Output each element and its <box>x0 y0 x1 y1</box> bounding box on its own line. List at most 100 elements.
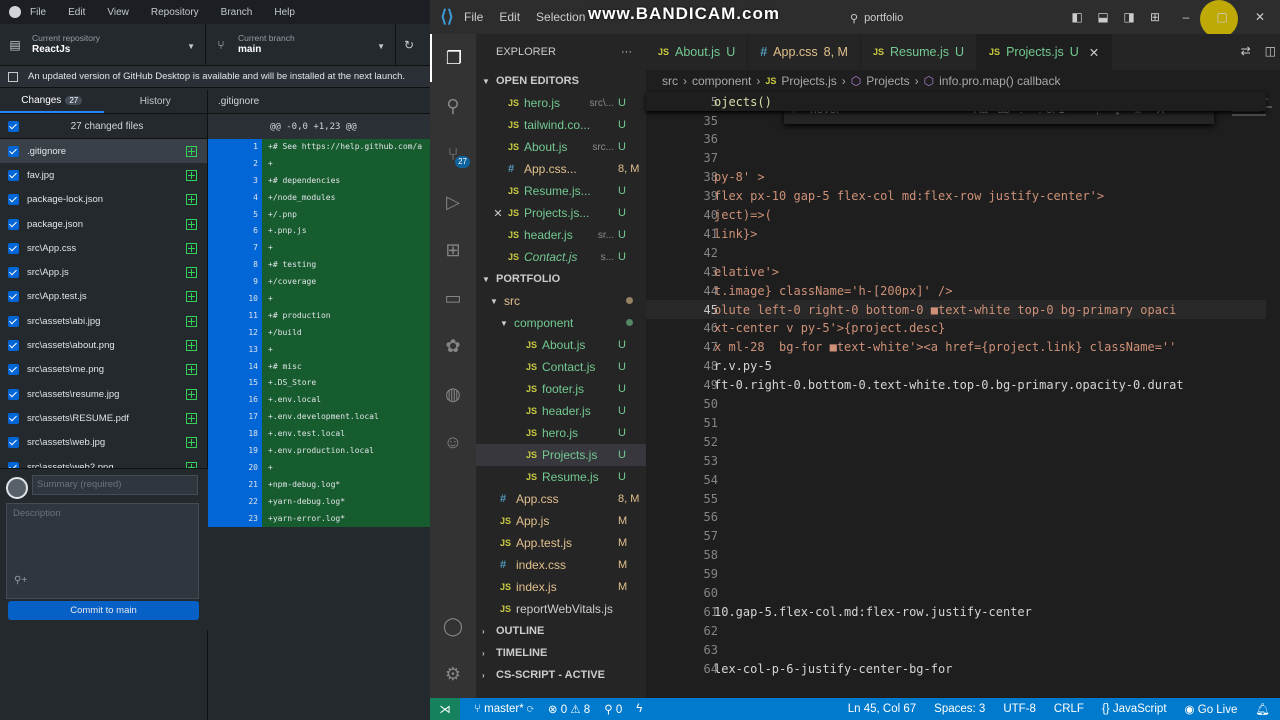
file-checkbox[interactable] <box>8 267 19 279</box>
changed-file-row[interactable]: src\assets\me.png <box>0 358 207 382</box>
toggle-sidebar-icon[interactable]: ◧ <box>1064 10 1090 24</box>
code-line[interactable]: 62 <box>646 621 1266 640</box>
cs-script-section[interactable]: › CS-SCRIPT - ACTIVE <box>476 664 646 686</box>
code-editor[interactable]: 5 ojects() 35 36 37 38 py-8' >39 flex px-10 g… <box>646 92 1266 698</box>
source-control-icon[interactable]: ⑂ 27 <box>430 130 476 178</box>
breadcrumb-item[interactable]: Projects <box>866 74 909 88</box>
open-editor-item[interactable]: JS Resume.js... U <box>476 180 646 202</box>
changed-file-row[interactable]: src\App.test.js <box>0 285 207 309</box>
file-checkbox[interactable] <box>8 291 19 303</box>
code-line[interactable]: 41 link}> <box>646 224 1266 243</box>
gh-menu-edit[interactable]: Edit <box>68 7 85 18</box>
changed-file-row[interactable]: src\assets\resume.jpg <box>0 382 207 406</box>
changed-file-row[interactable]: src\assets\abi.jpg <box>0 309 207 333</box>
changed-file-row[interactable]: package.json <box>0 212 207 236</box>
changed-file-row[interactable]: .gitignore <box>0 139 207 164</box>
component-file-item[interactable]: JS footer.js U <box>476 378 646 400</box>
timeline-section[interactable]: › TIMELINE <box>476 642 646 664</box>
file-checkbox[interactable] <box>8 437 19 449</box>
portfolio-section[interactable]: ▼ PORTFOLIO <box>476 268 646 290</box>
file-checkbox[interactable] <box>8 194 19 206</box>
vs-menu-selection[interactable]: Selection <box>536 10 585 24</box>
minimap[interactable] <box>1224 92 1280 698</box>
editor-tab[interactable]: JS Projects.js U ✕ <box>977 34 1113 70</box>
editor-tab[interactable]: # App.css 8, M <box>748 34 861 70</box>
src-file-item[interactable]: # App.css 8, M <box>476 488 646 510</box>
current-repository-dropdown[interactable]: ▤ Current repository ReactJs ▼ <box>0 24 206 65</box>
close-tab-icon[interactable]: ✕ <box>1089 45 1099 60</box>
encoding[interactable]: UTF-8 <box>1003 703 1036 715</box>
code-line[interactable]: 47 x ml-28 bg-for ■text-white'><a href={p… <box>646 338 1266 357</box>
src-file-item[interactable]: JS reportWebVitals.js <box>476 598 646 620</box>
run-debug-icon[interactable]: ▷ <box>430 178 476 226</box>
sticky-scroll-line[interactable]: 5 ojects() <box>646 92 1266 111</box>
code-line[interactable]: 40 ject)=>( <box>646 206 1266 225</box>
component-file-item[interactable]: JS About.js U <box>476 334 646 356</box>
close-icon[interactable]: ✕ <box>488 207 508 220</box>
component-file-item[interactable]: JS Contact.js U <box>476 356 646 378</box>
code-line[interactable]: 38 py-8' > <box>646 168 1266 187</box>
breadcrumb-item[interactable]: info.pro.map() callback <box>939 74 1060 88</box>
remote-indicator-icon[interactable]: ⋊ <box>430 698 460 720</box>
remote-explorer-icon[interactable]: ▭ <box>430 274 476 322</box>
breadcrumb-item[interactable]: Projects.js <box>781 74 836 88</box>
code-line[interactable]: 43 elative'> <box>646 262 1266 281</box>
tab-changes[interactable]: Changes 27 <box>0 90 104 113</box>
component-file-item[interactable]: JS Projects.js U <box>476 444 646 466</box>
code-line[interactable]: 46 xt-center v py-5'>{project.desc} <box>646 319 1266 338</box>
src-file-item[interactable]: JS App.js M <box>476 510 646 532</box>
editor-tab[interactable]: JS Resume.js U <box>861 34 978 70</box>
code-line[interactable]: 58 <box>646 546 1266 565</box>
file-checkbox[interactable] <box>8 388 19 400</box>
changed-file-row[interactable]: src\assets\web.jpg <box>0 431 207 455</box>
figma-icon[interactable]: ◍ <box>430 370 476 418</box>
tab-history[interactable]: History <box>104 90 208 113</box>
summary-input[interactable]: Summary (required) <box>32 475 198 495</box>
sync-icon[interactable]: ϟ <box>636 703 642 715</box>
open-editor-item[interactable]: JS hero.js src\... U <box>476 92 646 114</box>
code-line[interactable]: 56 <box>646 508 1266 527</box>
code-line[interactable]: 57 <box>646 527 1266 546</box>
src-file-item[interactable]: JS index.js M <box>476 576 646 598</box>
add-coauthor-icon[interactable]: ⚲+ <box>14 575 27 586</box>
select-all-row[interactable]: 27 changed files <box>0 114 207 139</box>
copilot-icon[interactable]: ✿ <box>430 322 476 370</box>
file-checkbox[interactable] <box>8 315 19 327</box>
file-checkbox[interactable] <box>8 340 19 352</box>
problems-status[interactable]: ⊗ 0 ⚠ 8 <box>548 702 590 716</box>
cursor-position[interactable]: Ln 45, Col 67 <box>848 703 916 715</box>
code-line[interactable]: 50 <box>646 395 1266 414</box>
description-input[interactable]: Description <box>6 503 199 599</box>
folder-component[interactable]: ▼ component <box>476 312 646 334</box>
code-line[interactable]: 54 <box>646 470 1266 489</box>
open-editor-item[interactable]: JS Contact.js s... U <box>476 246 646 268</box>
changed-file-row[interactable]: src\App.js <box>0 260 207 284</box>
editor-tab[interactable]: JS About.js U <box>646 34 749 70</box>
breadcrumb-item[interactable]: component <box>692 74 751 88</box>
code-line[interactable]: 39 flex px-10 gap-5 flex-col md:flex-row … <box>646 187 1266 206</box>
file-checkbox[interactable] <box>8 412 19 424</box>
close-icon[interactable]: ✕ <box>1240 10 1280 24</box>
changed-file-row[interactable]: src\App.css <box>0 236 207 260</box>
language-mode[interactable]: {} JavaScript <box>1102 703 1167 715</box>
src-file-item[interactable]: # index.css M <box>476 554 646 576</box>
extensions-icon[interactable]: ⊞ <box>430 226 476 274</box>
folder-src[interactable]: ▼ src <box>476 290 646 312</box>
file-checkbox[interactable] <box>8 364 19 376</box>
settings-gear-icon[interactable]: ⚙ <box>430 650 476 698</box>
gh-menu-branch[interactable]: Branch <box>221 7 253 18</box>
command-center-search[interactable]: ⚲ portfolio <box>850 9 1040 27</box>
outline-section[interactable]: › OUTLINE <box>476 620 646 642</box>
indentation[interactable]: Spaces: 3 <box>934 703 985 715</box>
more-actions-icon[interactable]: ··· <box>621 46 632 58</box>
code-line[interactable]: 51 <box>646 413 1266 432</box>
component-file-item[interactable]: JS header.js U <box>476 400 646 422</box>
account-icon[interactable]: ◯ <box>430 602 476 650</box>
gh-menu-help[interactable]: Help <box>274 7 295 18</box>
open-editors-section[interactable]: ▼ OPEN EDITORS <box>476 70 646 92</box>
toggle-panel-icon[interactable]: ⬓ <box>1090 10 1116 24</box>
current-branch-dropdown[interactable]: ⑂ Current branch main ▼ <box>206 24 396 65</box>
open-editor-item[interactable]: # App.css... 8, M <box>476 158 646 180</box>
code-line[interactable]: 61 10.gap-5.flex-col.md:flex-row.justify-… <box>646 602 1266 621</box>
file-checkbox[interactable] <box>8 169 19 181</box>
